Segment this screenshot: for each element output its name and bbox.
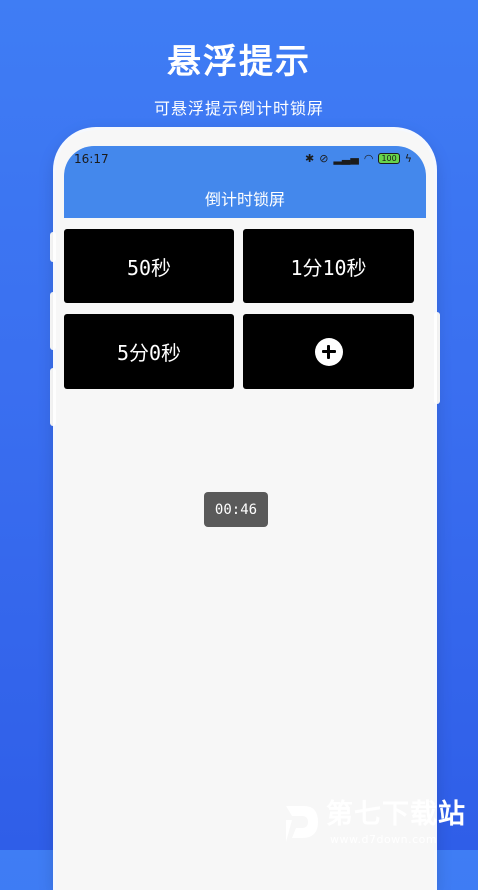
- battery-icon: 100: [378, 153, 400, 164]
- floating-timer-value: 00:46: [214, 501, 258, 518]
- phone-screen: 16:17 ✱ ⊘ ▂▃▄ ◠ 100 ϟ 倒计时锁屏 50秒 1分10秒 5分…: [64, 146, 426, 890]
- charging-icon: ϟ: [404, 152, 412, 165]
- status-time: 16:17: [74, 152, 109, 166]
- mute-icon: ⊘: [319, 152, 329, 165]
- preset-label: 1分10秒: [290, 255, 367, 280]
- preset-label: 50秒: [126, 255, 172, 280]
- promo-subtitle: 可悬浮提示倒计时锁屏: [153, 99, 324, 118]
- watermark-name: 第七下载站: [326, 799, 466, 830]
- app-title: 倒计时锁屏: [204, 190, 285, 209]
- app-header: 16:17 ✱ ⊘ ▂▃▄ ◠ 100 ϟ 倒计时锁屏: [64, 146, 426, 218]
- add-preset-button[interactable]: [243, 314, 414, 389]
- preset-label: 5分0秒: [116, 341, 182, 365]
- wifi-icon: ◠: [363, 152, 374, 165]
- signal-icon: ▂▃▄: [333, 152, 359, 165]
- floating-timer[interactable]: 00:46: [204, 492, 268, 527]
- promo-title: 悬浮提示: [167, 42, 311, 82]
- preset-tile-5m0s[interactable]: 5分0秒: [64, 314, 234, 389]
- status-icons: ✱ ⊘ ▂▃▄ ◠ 100 ϟ: [305, 152, 412, 165]
- watermark-url: www.d7down.com: [330, 833, 438, 846]
- preset-tile-1m10s[interactable]: 1分10秒: [243, 229, 414, 303]
- phone-frame: 16:17 ✱ ⊘ ▂▃▄ ◠ 100 ϟ 倒计时锁屏 50秒 1分10秒 5分…: [56, 130, 434, 890]
- watermark-logo-icon: [286, 806, 318, 842]
- bluetooth-icon: ✱: [305, 152, 315, 165]
- preset-tile-50s[interactable]: 50秒: [64, 229, 234, 303]
- phone-power-button: [434, 312, 440, 404]
- plus-circle-icon: [314, 337, 343, 366]
